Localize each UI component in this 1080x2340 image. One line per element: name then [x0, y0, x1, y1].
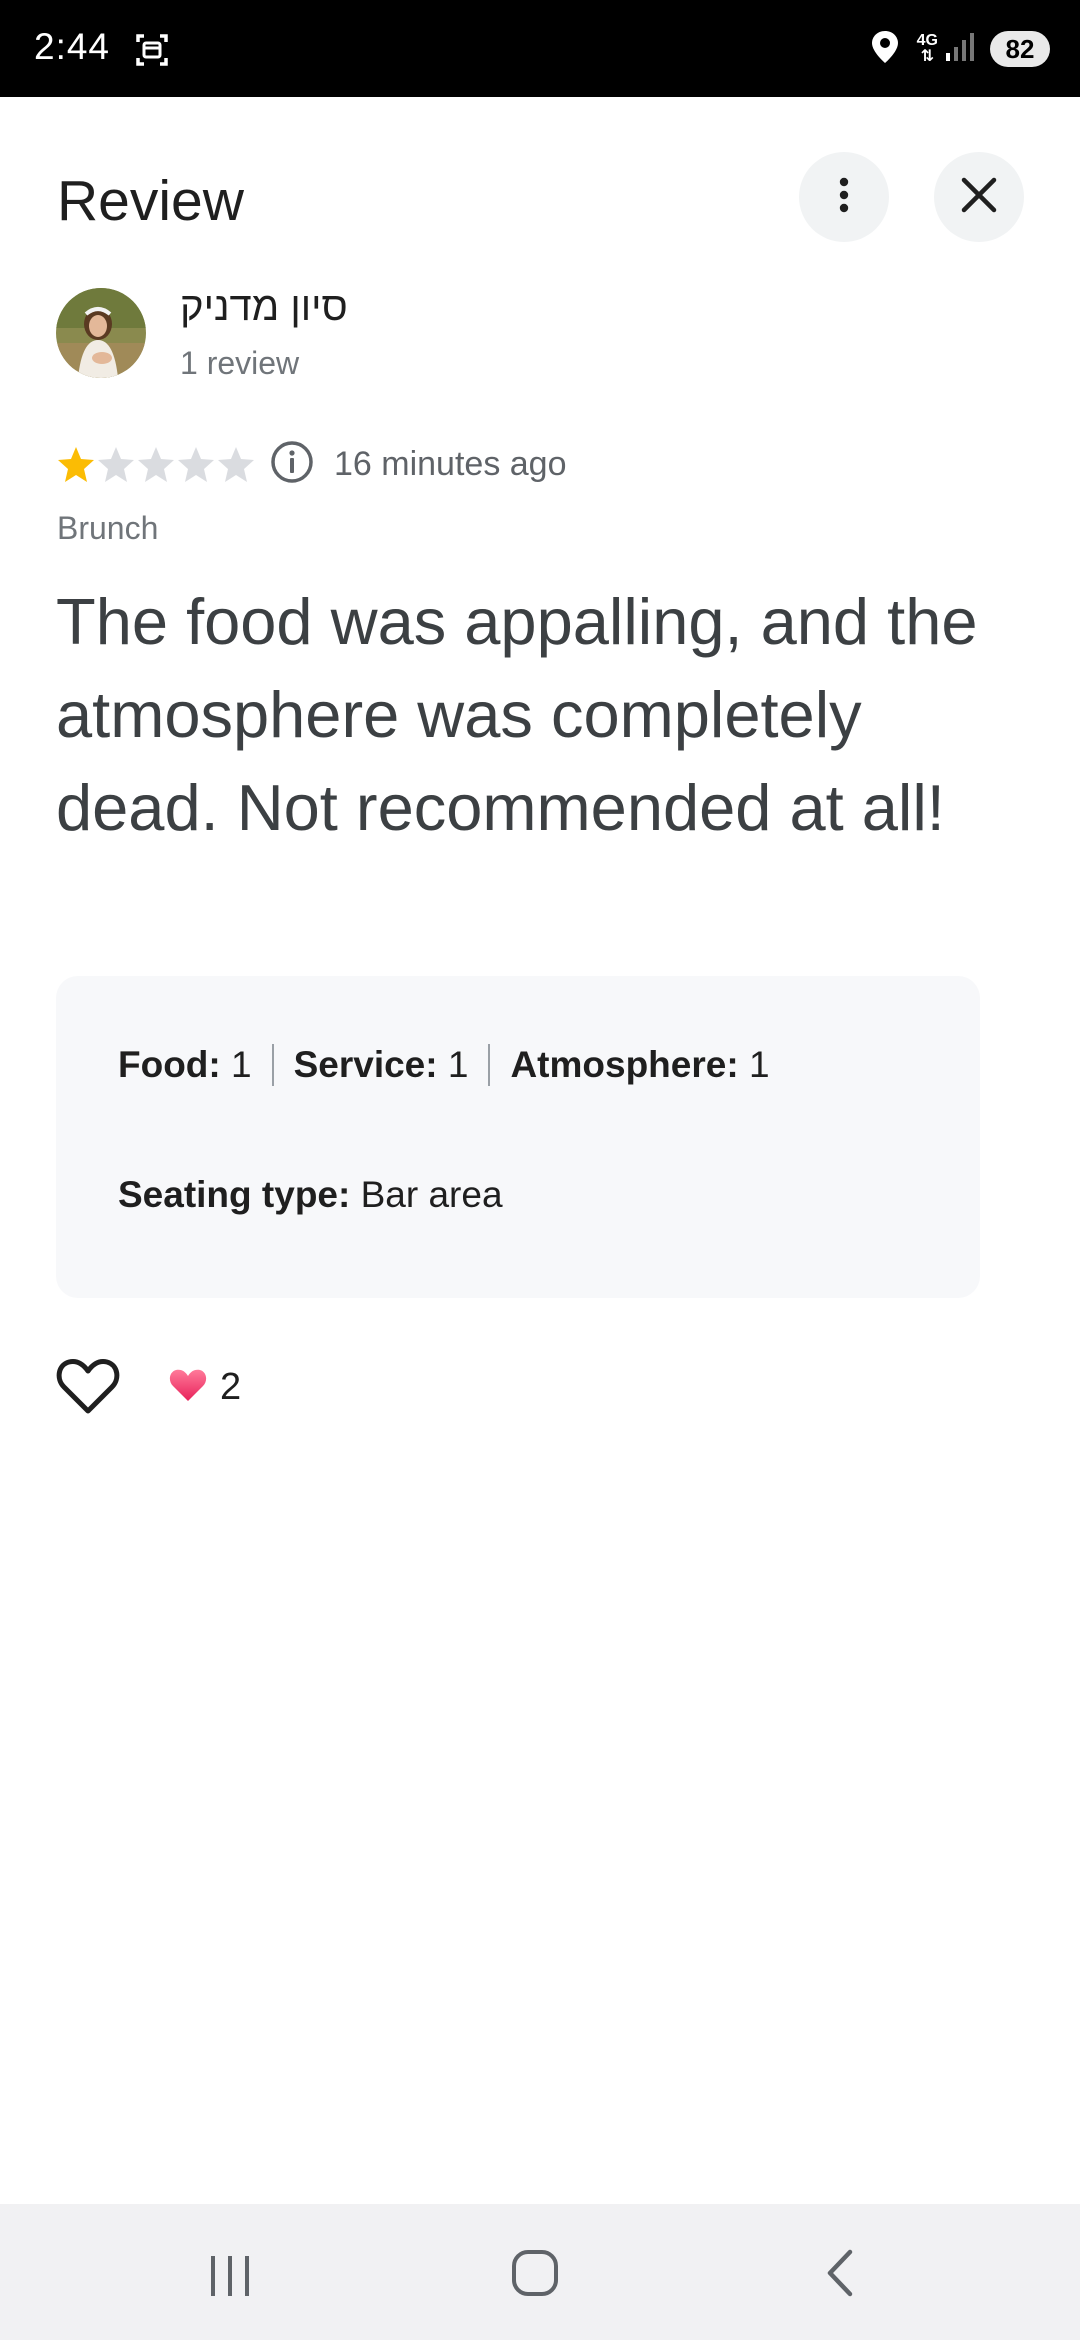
seating-label: Seating type: [118, 1174, 351, 1215]
star-empty-icon [98, 447, 134, 482]
status-indicators: 4G ⇅ 82 [871, 26, 1050, 72]
seating-type: Seating type: Bar area [118, 1174, 503, 1216]
star-filled-icon [58, 447, 94, 482]
divider [488, 1044, 491, 1086]
like-button[interactable] [56, 1356, 120, 1416]
atmosphere-value: 1 [748, 1044, 770, 1085]
location-icon [871, 30, 899, 69]
reviewer-review-count: 1 review [180, 345, 300, 381]
network-label: 4G [916, 32, 938, 49]
service-label: Service: [293, 1044, 438, 1085]
signal-icon [944, 31, 976, 68]
heart-outline-icon [56, 1359, 120, 1420]
home-icon[interactable] [510, 2248, 560, 2303]
close-button[interactable] [934, 152, 1024, 242]
food-value: 1 [231, 1044, 252, 1085]
meal-type: Brunch [57, 510, 159, 546]
screenshot-icon [132, 30, 172, 75]
rating-row: 16 minutes ago [56, 440, 567, 488]
star-empty-icon [218, 447, 254, 482]
data-arrows-icon: ⇅ [920, 48, 935, 65]
review-time: 16 minutes ago [334, 444, 567, 483]
info-icon[interactable] [270, 440, 314, 489]
close-icon [961, 177, 997, 218]
navigation-bar [0, 2204, 1080, 2340]
reaction-count: 2 [220, 1366, 242, 1408]
review-text: The food was appalling, and the atmosphe… [56, 585, 978, 844]
star-rating [56, 444, 256, 484]
network-type: 4G ⇅ [917, 33, 938, 65]
food-label: Food: [118, 1044, 221, 1085]
page-title: Review [57, 169, 244, 233]
reviewer-name[interactable]: סיון מדניק [180, 285, 348, 330]
heart-filled-icon [168, 1366, 208, 1409]
back-icon[interactable] [820, 2248, 860, 2303]
service-value: 1 [447, 1044, 469, 1085]
review-attributes-card: Food: 1 Service: 1 Atmosphere: 1 Seating… [56, 976, 980, 1298]
more-vert-icon [838, 177, 850, 218]
ratings-breakdown: Food: 1 Service: 1 Atmosphere: 1 [118, 1044, 770, 1086]
more-options-button[interactable] [799, 152, 889, 242]
reaction-summary[interactable]: 2 [168, 1366, 241, 1409]
recent-apps-icon[interactable] [205, 2254, 255, 2303]
status-time: 2:44 [34, 26, 111, 67]
reviewer-avatar[interactable] [56, 288, 146, 378]
battery-icon: 82 [990, 31, 1050, 67]
atmosphere-label: Atmosphere: [510, 1044, 739, 1085]
seating-value: Bar area [360, 1174, 503, 1215]
star-empty-icon [138, 447, 174, 482]
star-empty-icon [178, 447, 214, 482]
divider [271, 1044, 274, 1086]
status-bar: 2:44 4G ⇅ 82 [0, 0, 1080, 97]
